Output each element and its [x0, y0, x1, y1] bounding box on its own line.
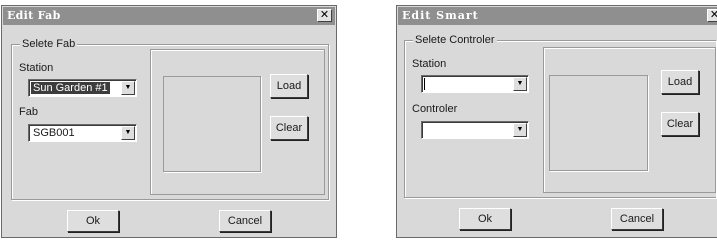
cancel-button[interactable]: Cancel	[611, 208, 663, 230]
controler-value	[424, 124, 428, 136]
selete-fab-group-title: Selete Fab	[20, 38, 78, 50]
chevron-down-icon[interactable]: ▼	[121, 81, 135, 95]
edit-smart-dialog: Edit Smart ✕ Selete Controler Station ▼ …	[396, 5, 717, 238]
edit-fab-title-bar[interactable]: Edit Fab ✕	[3, 7, 335, 25]
station-dropdown[interactable]: ▼	[421, 75, 529, 93]
ok-button[interactable]: Ok	[459, 208, 511, 230]
edit-fab-dialog: Edit Fab ✕ Selete Fab Station Sun Garden…	[1, 5, 337, 238]
close-icon[interactable]: ✕	[707, 9, 717, 22]
close-icon[interactable]: ✕	[317, 9, 332, 22]
fab-value: SGB001	[33, 127, 75, 139]
load-button[interactable]: Load	[661, 70, 699, 94]
fab-dropdown[interactable]: SGB001 ▼	[28, 124, 137, 142]
chevron-down-icon[interactable]: ▼	[121, 126, 135, 140]
preview-image-frame	[549, 75, 648, 171]
clear-button[interactable]: Clear	[661, 112, 699, 136]
station-value	[424, 78, 425, 90]
clear-button[interactable]: Clear	[270, 116, 308, 140]
station-value: Sun Garden #1	[31, 82, 110, 94]
fab-label: Fab	[19, 106, 38, 118]
load-button[interactable]: Load	[270, 74, 308, 98]
controler-dropdown[interactable]: ▼	[421, 121, 529, 139]
preview-image-frame	[163, 76, 261, 172]
edit-smart-title: Edit Smart	[402, 9, 479, 22]
ok-button[interactable]: Ok	[67, 210, 119, 232]
controler-label: Controler	[412, 103, 458, 115]
chevron-down-icon[interactable]: ▼	[513, 123, 527, 137]
edit-fab-title: Edit Fab	[7, 9, 61, 22]
cancel-button[interactable]: Cancel	[219, 210, 271, 232]
selete-controler-group-title: Selete Controler	[413, 34, 497, 46]
edit-smart-title-bar[interactable]: Edit Smart ✕	[398, 7, 717, 25]
station-dropdown[interactable]: Sun Garden #1 ▼	[28, 79, 137, 97]
chevron-down-icon[interactable]: ▼	[513, 77, 527, 91]
station-label: Station	[19, 62, 54, 74]
station-label: Station	[412, 58, 447, 70]
